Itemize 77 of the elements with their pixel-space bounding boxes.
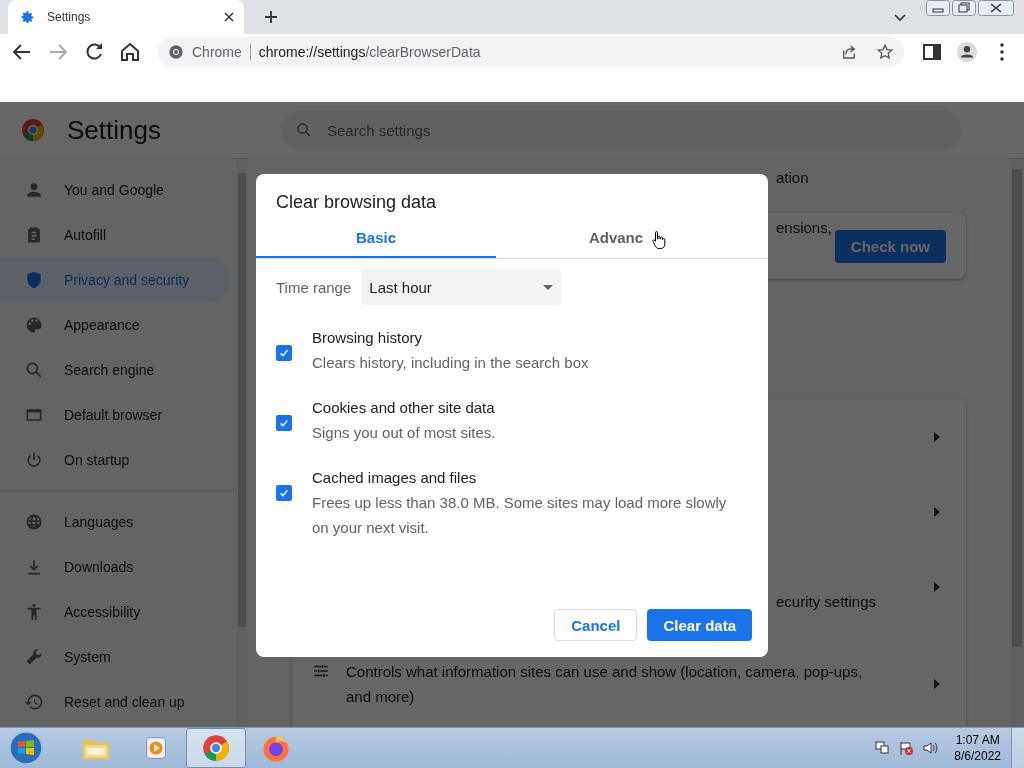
hand-cursor-icon (652, 230, 666, 250)
scrollbar[interactable] (236, 159, 248, 727)
star-icon[interactable] (876, 43, 894, 61)
check-now-button[interactable]: Check now (834, 229, 946, 263)
show-desktop-button[interactable] (1011, 728, 1024, 768)
share-icon[interactable] (840, 43, 858, 61)
clock-time: 1:07 AM (955, 732, 1000, 748)
sidebar-item[interactable]: Default browser (0, 392, 230, 437)
close-window-icon[interactable] (978, 0, 1014, 16)
start-button[interactable] (8, 730, 44, 766)
time-range-label: Time range (276, 278, 352, 296)
dialog-title: Clear browsing data (275, 191, 438, 213)
settings-title: Settings (67, 114, 162, 146)
sidebar-item[interactable]: Downloads (0, 544, 230, 589)
search-icon (295, 121, 313, 139)
restore-icon[interactable] (952, 0, 976, 16)
sliders-icon (312, 662, 330, 680)
security-text: ecurity settings (776, 593, 877, 610)
new-tab-icon[interactable] (264, 10, 278, 24)
sidebar-item[interactable]: System (0, 634, 230, 679)
sidebar-item[interactable]: Autofill (0, 212, 230, 257)
sidebar-icon (24, 601, 44, 622)
site-label: Chrome (192, 44, 242, 60)
sidebar-item[interactable]: Accessibility (0, 589, 230, 634)
dialog-tab[interactable]: Basic (256, 219, 496, 258)
checkmark-icon (278, 347, 290, 359)
chevron-down-icon[interactable] (894, 14, 906, 22)
scrollbar[interactable] (1010, 159, 1024, 727)
section-text: ation (776, 169, 809, 186)
search-field[interactable]: Search settings (281, 110, 961, 150)
checkmark-icon (278, 417, 290, 429)
taskbar-button[interactable] (186, 728, 246, 768)
minimize-icon[interactable] (926, 0, 950, 16)
network-icon[interactable] (874, 740, 891, 756)
sidebar-item[interactable]: You and Google (0, 167, 230, 212)
cancel-button[interactable]: Cancel (554, 609, 638, 641)
dropdown-arrow-icon (543, 284, 554, 290)
safety-check-text: ensions, (776, 219, 832, 236)
browser-tab[interactable]: Settings (8, 0, 244, 34)
caret-right-icon[interactable] (934, 679, 940, 689)
tab-title: Settings (47, 10, 92, 24)
speaker-icon[interactable] (922, 740, 939, 756)
url-text: chrome://settings/clearBrowserData (258, 44, 481, 60)
caret-right-icon[interactable] (934, 581, 940, 592)
checkbox[interactable] (276, 485, 292, 501)
address-bar[interactable]: Chrome chrome://settings/clearBrowserData (158, 37, 904, 67)
sidebar-item[interactable]: On startup (0, 437, 230, 482)
caret-right-icon[interactable] (934, 431, 940, 442)
gear-icon (20, 9, 35, 25)
sidebar-item[interactable]: Appearance (0, 302, 230, 347)
time-range-select[interactable]: Last hour (361, 269, 562, 305)
sidebar-item[interactable]: Reset and clean up (0, 679, 230, 724)
chrome-logo-icon (168, 44, 184, 60)
option-description: Frees up less than 38.0 MB. Some sites may load more slowly on your next visit. (312, 493, 728, 538)
close-icon[interactable] (224, 12, 234, 22)
option-label: Cached images and files (312, 468, 478, 488)
checkmark-icon (278, 487, 290, 499)
option-description: Signs you out of most sites. (312, 423, 497, 443)
sidebar-icon (24, 646, 44, 667)
option-label: Browsing history (312, 328, 424, 348)
clear-data-button[interactable]: Clear data (647, 609, 752, 641)
dialog-tab[interactable]: Advanc (496, 219, 736, 258)
flag-icon[interactable] (898, 740, 915, 756)
clock-date: 8/6/2022 (954, 748, 1001, 764)
caret-right-icon[interactable] (934, 506, 940, 517)
sidebar-item[interactable]: Search engine (0, 347, 230, 392)
option-label: Cookies and other site data (312, 398, 496, 418)
checkbox[interactable] (276, 415, 292, 431)
site-settings-description: Controls what information sites can use and show (location, camera, pop-ups, and more) (346, 662, 864, 707)
sidebar-item[interactable]: Languages (0, 499, 230, 544)
sidebar-item[interactable]: Privacy and security (0, 257, 230, 302)
chrome-logo-icon (202, 734, 230, 762)
profile-icon[interactable] (954, 39, 980, 65)
option-description: Clears history, including in the search box (312, 353, 590, 373)
checkbox[interactable] (276, 345, 292, 361)
sidebar-icon (24, 269, 44, 290)
chrome-logo-icon (21, 118, 45, 142)
